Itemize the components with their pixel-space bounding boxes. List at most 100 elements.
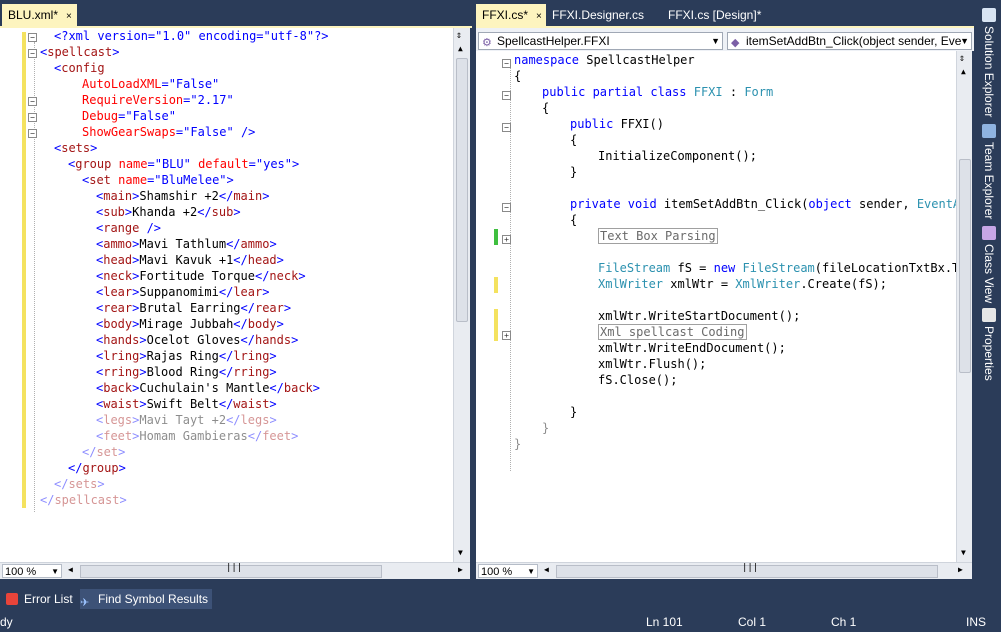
bottom-tab-error-list[interactable]: Error List xyxy=(6,589,73,609)
expand-icon[interactable]: + xyxy=(502,235,511,244)
code-token: > xyxy=(276,253,284,267)
code-token: > xyxy=(90,141,98,155)
collapse-icon[interactable]: − xyxy=(502,123,511,132)
zoom-combo[interactable]: 100 % ▼ xyxy=(478,564,538,578)
collapse-icon[interactable]: − xyxy=(28,33,37,42)
code-token: </ xyxy=(233,317,248,331)
code-token: head xyxy=(247,253,277,267)
code-line: </group> xyxy=(68,460,126,476)
code-token: > xyxy=(262,189,270,203)
vertical-scrollbar[interactable]: ⇕ ▲ ▼ xyxy=(453,28,470,562)
code-line: <main>Shamshir +2</main> xyxy=(96,188,269,204)
member-dropdown-value: itemSetAddBtn_Click(object sender, Eve xyxy=(746,34,962,48)
side-tab-class-view[interactable]: Class View xyxy=(978,226,1000,306)
side-tab-solution-explorer[interactable]: Solution Explorer xyxy=(978,8,1000,120)
code-token: AutoLoadXML xyxy=(82,77,162,91)
code-token: { xyxy=(570,133,578,147)
code-line: { xyxy=(542,100,549,116)
code-token: legs xyxy=(103,413,133,427)
tab-label: FFXI.cs [Design]* xyxy=(668,8,762,22)
code-token: back xyxy=(283,381,313,395)
code-token: </ xyxy=(218,285,234,299)
code-token: > xyxy=(97,477,105,491)
tab-label: FFXI.cs* xyxy=(482,8,529,22)
collapse-icon[interactable]: − xyxy=(28,97,37,106)
code-token: FFXI xyxy=(693,85,723,99)
code-token: lear xyxy=(233,285,263,299)
code-token: > xyxy=(118,445,126,459)
scroll-down-icon[interactable]: ▼ xyxy=(458,548,463,557)
code-line: RequireVersion="2.17" xyxy=(82,92,234,108)
scroll-left-icon[interactable]: ◀ xyxy=(68,565,73,574)
scroll-thumb[interactable] xyxy=(456,58,468,322)
code-token: Khanda +2 xyxy=(132,205,198,219)
collapse-icon[interactable]: − xyxy=(28,49,37,58)
expand-icon[interactable]: + xyxy=(502,331,511,340)
code-token: </ xyxy=(54,477,69,491)
code-token: </ xyxy=(218,365,234,379)
left-horizontal-scrollbar[interactable]: 100 % ▼ ◀ ||| ▶ xyxy=(0,562,470,579)
scroll-up-icon[interactable]: ▲ xyxy=(458,44,463,53)
code-token: Fortitude Torque xyxy=(139,269,255,283)
scroll-right-icon[interactable]: ▶ xyxy=(958,565,963,574)
code-token: } xyxy=(514,437,522,451)
code-token: object xyxy=(808,197,852,211)
code-token: sub xyxy=(211,205,234,219)
status-line: Ln 101 xyxy=(646,615,683,629)
xml-editor[interactable]: <?xml version="1.0" encoding="utf-8"?> <s… xyxy=(0,28,470,562)
scroll-down-icon[interactable]: ▼ xyxy=(961,548,966,557)
code-line: <rring>Blood Ring</rring> xyxy=(96,364,277,380)
code-token: sets xyxy=(68,477,98,491)
member-dropdown[interactable]: ◆ itemSetAddBtn_Click(object sender, Eve… xyxy=(727,32,972,50)
scroll-right-icon[interactable]: ▶ xyxy=(458,565,463,574)
code-token: Form xyxy=(744,85,774,99)
scroll-up-icon[interactable]: ▲ xyxy=(961,67,966,76)
code-token: ammo xyxy=(103,237,133,251)
bottom-tab-find-symbol[interactable]: ✈ Find Symbol Results xyxy=(80,589,213,609)
collapse-icon[interactable]: − xyxy=(502,59,511,68)
code-token: > xyxy=(262,285,270,299)
code-token: </ xyxy=(218,349,234,363)
cs-editor[interactable]: namespace SpellcastHelper{public partial… xyxy=(476,51,972,562)
collapse-icon[interactable]: − xyxy=(28,113,37,122)
code-token: ="False" xyxy=(118,109,176,123)
vertical-scrollbar[interactable]: ⇕ ▲ ▼ xyxy=(956,51,972,562)
tab-ffxi-cs[interactable]: FFXI.cs* × xyxy=(476,4,546,26)
code-line: <lring>Rajas Ring</lring> xyxy=(96,348,277,364)
h-scroll-thumb[interactable]: ||| xyxy=(80,563,382,578)
close-icon[interactable]: × xyxy=(66,11,72,22)
code-token: hands xyxy=(103,333,140,347)
code-line: { xyxy=(514,68,521,84)
xml-code-area[interactable]: <?xml version="1.0" encoding="utf-8"?> <s… xyxy=(0,28,470,562)
cs-code-area[interactable]: namespace SpellcastHelper{public partial… xyxy=(476,51,972,562)
tab-blu-xml[interactable]: BLU.xml* × xyxy=(2,4,77,26)
tab-ffxi-design[interactable]: FFXI.cs [Design]* xyxy=(662,4,767,26)
side-tab-team-explorer[interactable]: Team Explorer xyxy=(978,124,1000,222)
scroll-thumb[interactable] xyxy=(959,159,971,373)
code-line: <ammo>Mavi Tathlum</ammo> xyxy=(96,236,277,252)
scroll-left-icon[interactable]: ◀ xyxy=(544,565,549,574)
right-horizontal-scrollbar[interactable]: 100 % ▼ ◀ ||| ▶ xyxy=(476,562,972,579)
bottom-tab-label: Error List xyxy=(24,592,73,606)
collapse-icon[interactable]: − xyxy=(502,91,511,100)
split-icon: ⇕ xyxy=(456,30,463,41)
zoom-combo[interactable]: 100 % ▼ xyxy=(2,564,62,578)
code-token: xmlWtr = xyxy=(663,277,736,291)
close-icon[interactable]: × xyxy=(536,11,542,22)
tab-ffxi-designer[interactable]: FFXI.Designer.cs xyxy=(546,4,650,26)
code-line: FileStream fS = new FileStream(fileLocat… xyxy=(598,260,967,276)
code-line: <legs>Mavi Tayt +2</legs> xyxy=(96,412,277,428)
side-tab-properties[interactable]: Properties xyxy=(978,308,1000,386)
h-scroll-thumb[interactable]: ||| xyxy=(556,563,938,578)
code-line: <spellcast> xyxy=(40,44,120,60)
class-dropdown[interactable]: ⚙ SpellcastHelper.FFXI ▼ xyxy=(478,32,723,50)
code-token: ="2.17" xyxy=(183,93,234,107)
collapse-icon[interactable]: − xyxy=(28,129,37,138)
chevron-down-icon: ▼ xyxy=(51,567,59,576)
code-line: { xyxy=(570,212,577,228)
split-icon: ⇕ xyxy=(959,53,966,64)
collapse-icon[interactable]: − xyxy=(502,203,511,212)
status-insert-mode: INS xyxy=(966,615,987,629)
code-token: back xyxy=(103,381,133,395)
